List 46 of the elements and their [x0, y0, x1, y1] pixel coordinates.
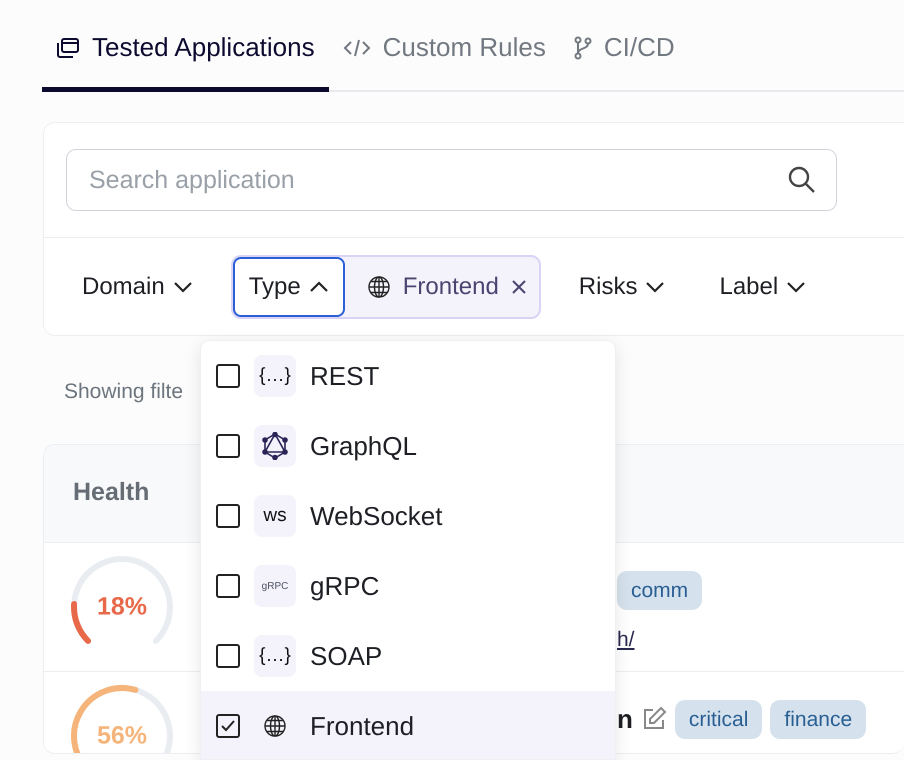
- checkbox[interactable]: [216, 574, 240, 598]
- menu-item[interactable]: {…} SOAP: [201, 621, 615, 691]
- type-icon: {…}: [254, 635, 296, 677]
- menu-item[interactable]: ws WebSocket: [201, 481, 615, 551]
- search-field[interactable]: Search application: [66, 149, 837, 211]
- tab[interactable]: Tested Applications: [42, 28, 329, 92]
- health-percent: 56%: [96, 723, 148, 748]
- chevron-down-icon: [786, 280, 806, 292]
- tag: finance: [770, 700, 866, 739]
- menu-item[interactable]: GraphQL: [201, 411, 615, 481]
- globe-icon: [263, 714, 287, 738]
- filter-dropdown[interactable]: Risks: [562, 256, 682, 316]
- filter-chip[interactable]: Frontend: [344, 268, 539, 304]
- menu-item[interactable]: gRPC gRPC: [201, 551, 615, 621]
- type-icon: gRPC: [254, 565, 296, 607]
- tag: comm: [617, 570, 702, 610]
- chevron-down-icon: [645, 280, 666, 292]
- tag: critical: [674, 700, 762, 739]
- chevron-up-icon: [308, 280, 329, 292]
- close-icon[interactable]: [510, 278, 527, 294]
- health-percent: 18%: [96, 594, 148, 619]
- filter-dropdown[interactable]: Type: [232, 256, 345, 316]
- graphql-icon: [262, 432, 288, 460]
- globe-icon: [366, 274, 391, 298]
- tab[interactable]: Custom Rules: [328, 28, 560, 92]
- url-link[interactable]: h/: [617, 624, 702, 656]
- type-icon: {…}: [254, 355, 296, 397]
- chevron-down-icon: [172, 280, 193, 292]
- column-header: Health: [73, 477, 150, 508]
- type-icon: ws: [254, 495, 296, 537]
- menu-item[interactable]: Frontend: [201, 691, 615, 759]
- checkbox[interactable]: [216, 434, 240, 458]
- filter-dropdown[interactable]: Domain: [66, 256, 209, 316]
- search-icon[interactable]: [787, 165, 817, 195]
- menu-item[interactable]: {…} REST: [201, 341, 615, 411]
- windows-icon: [56, 36, 80, 58]
- filter-dropdown[interactable]: Label: [703, 256, 822, 316]
- checkbox[interactable]: [216, 644, 240, 668]
- check-icon: [220, 719, 236, 733]
- app-name: n: [617, 702, 633, 736]
- checkbox[interactable]: [216, 364, 240, 388]
- branch-icon: [574, 36, 592, 60]
- tab[interactable]: CI/CD: [560, 28, 689, 92]
- checkbox[interactable]: [216, 504, 240, 528]
- checkbox[interactable]: [216, 714, 240, 738]
- code-icon: [342, 38, 371, 58]
